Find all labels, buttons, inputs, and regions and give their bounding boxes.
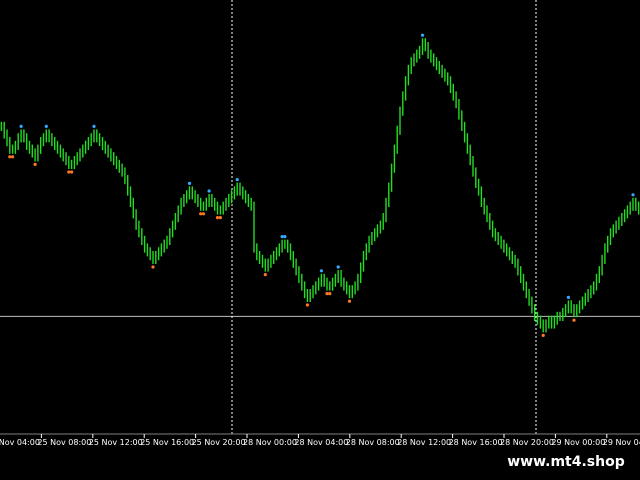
fractal-markers [8,33,635,337]
chart-canvas: 25 Nov 04:0025 Nov 08:0025 Nov 12:0025 N… [0,0,640,447]
time-tick-label: 28 Nov 20:00 [500,438,554,447]
fractal-down-marker [218,216,222,220]
time-tick-label: 29 Nov 00:00 [551,438,605,447]
fractal-up-marker [631,193,635,197]
fractal-down-marker [70,170,74,174]
fractal-down-marker [8,155,12,159]
time-tick-label: 28 Nov 04:00 [294,438,348,447]
fractal-down-marker [11,155,15,159]
fractal-up-marker [44,124,48,128]
time-tick-label: 28 Nov 00:00 [243,438,297,447]
fractal-down-marker [33,162,37,166]
time-tick-label: 25 Nov 12:00 [89,438,143,447]
time-tick-label: 25 Nov 04:00 [0,438,40,447]
fractal-down-marker [305,303,309,307]
fractal-down-marker [347,299,352,303]
fractal-down-marker [541,333,545,337]
fractal-down-marker [215,216,220,220]
time-tick-label: 25 Nov 08:00 [37,438,91,447]
time-axis: 25 Nov 04:0025 Nov 08:0025 Nov 12:0025 N… [0,433,640,447]
fractal-up-marker [187,181,192,185]
price-bars [0,38,640,333]
fractal-up-marker [235,178,239,182]
fractal-up-marker [336,265,340,269]
fractal-down-marker [328,292,332,296]
time-tick-label: 25 Nov 20:00 [192,438,246,447]
time-tick-label: 28 Nov 08:00 [346,438,400,447]
price-chart[interactable]: 25 Nov 04:0025 Nov 08:0025 Nov 12:0025 N… [0,0,640,480]
fractal-down-marker [263,273,267,277]
time-tick-label: 25 Nov 16:00 [140,438,194,447]
fractal-up-marker [207,189,211,193]
fractal-up-marker [280,235,284,239]
fractal-up-marker [566,295,571,299]
fractal-up-marker [420,33,425,37]
fractal-up-marker [19,124,23,128]
time-tick-label: 28 Nov 12:00 [397,438,451,447]
fractal-down-marker [67,170,71,174]
time-tick-label: 28 Nov 16:00 [449,438,503,447]
fractal-up-marker [92,124,96,128]
watermark-logo: www.mt4.shop [496,450,636,474]
fractal-down-marker [151,265,155,269]
fractal-down-marker [325,292,329,296]
fractal-down-marker [572,318,576,322]
fractal-down-marker [201,212,206,216]
time-tick-label: 29 Nov 04:00 [603,438,640,447]
fractal-down-marker [199,212,203,216]
fractal-up-marker [283,235,287,239]
fractal-up-marker [319,269,323,273]
